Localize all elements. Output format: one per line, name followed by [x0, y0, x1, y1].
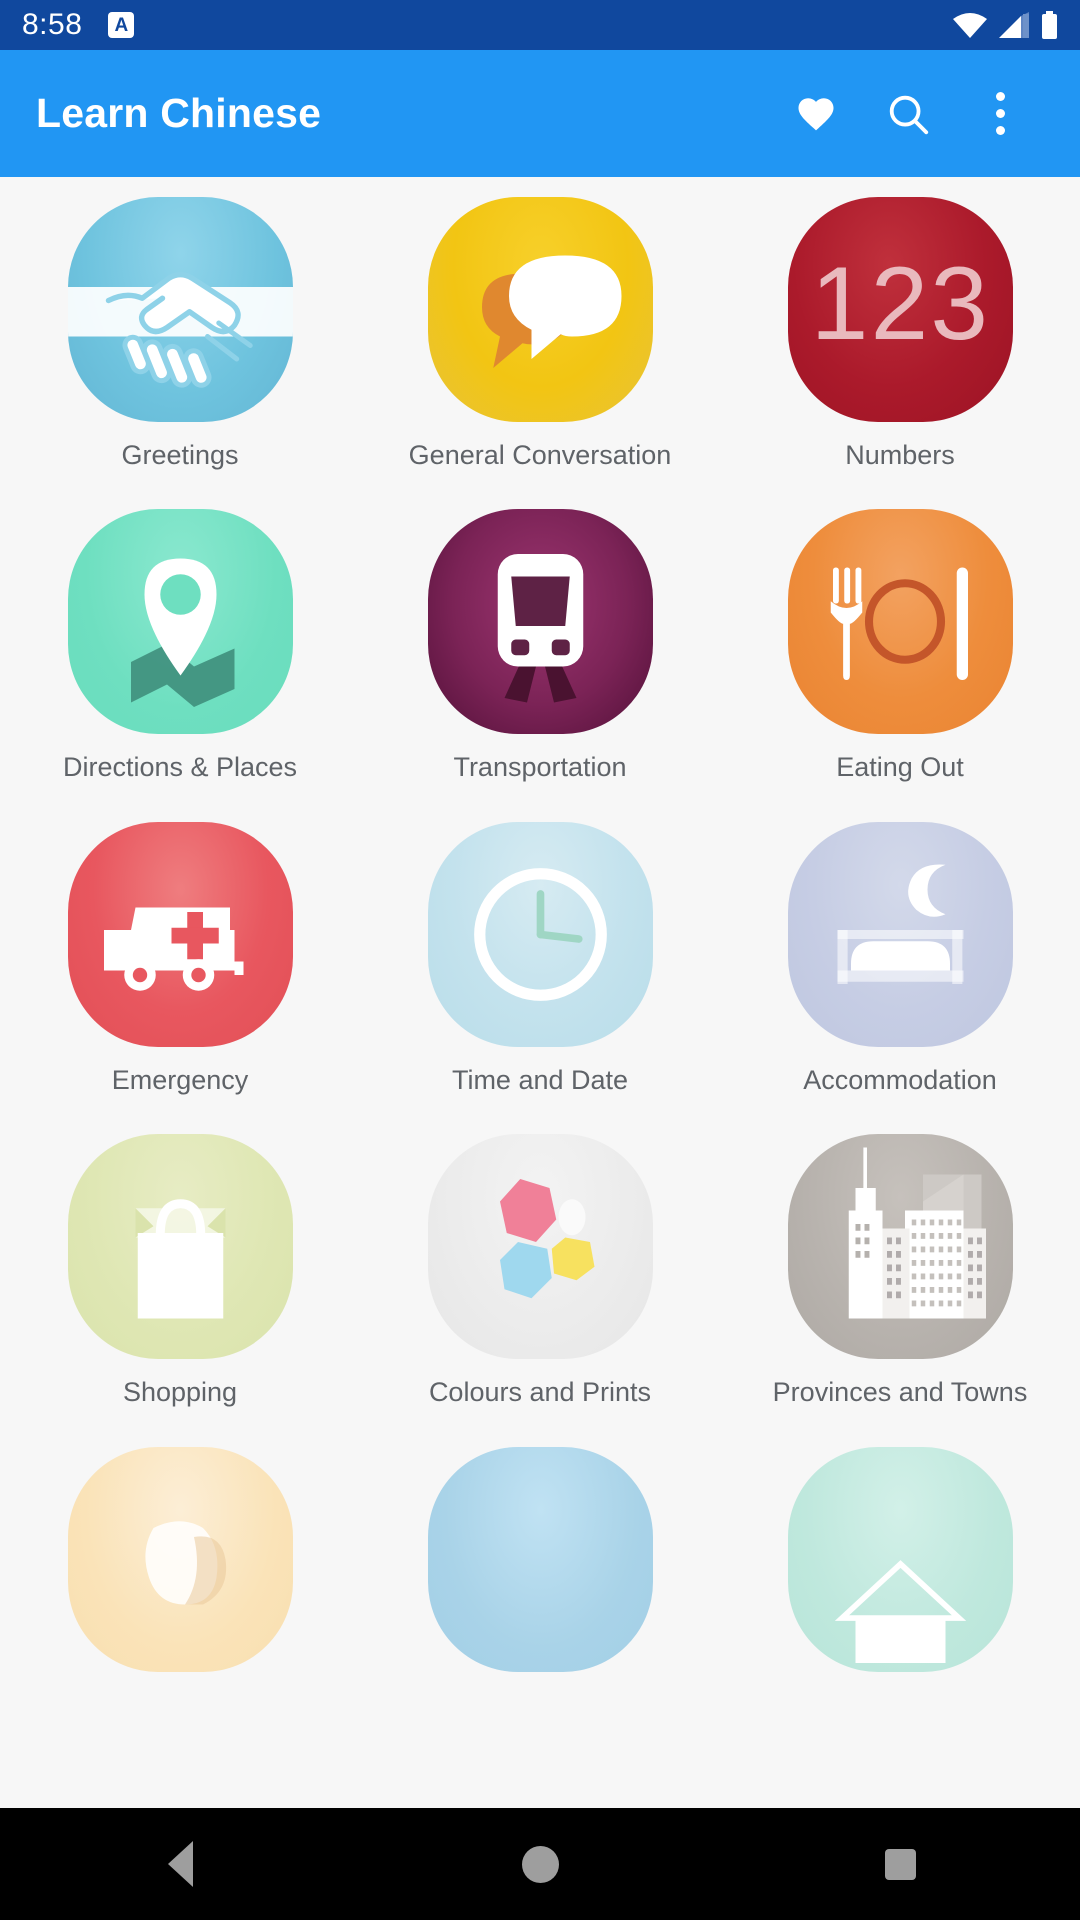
- category-label: Numbers: [845, 440, 955, 470]
- category-label: Shopping: [122, 1377, 238, 1408]
- category-grid: Greetings General Conversation 123 Numbe…: [0, 177, 1080, 1727]
- overflow-menu-button[interactable]: [954, 68, 1046, 160]
- nav-back-button[interactable]: [0, 1841, 360, 1887]
- cutlery-icon: [787, 509, 1013, 735]
- category-tile-time-and-date[interactable]: Time and Date: [360, 821, 720, 1134]
- battery-icon: [1041, 11, 1058, 39]
- 123-icon: 123: [787, 197, 1013, 422]
- category-label: Time and Date: [451, 1064, 629, 1095]
- ambulance-icon: [67, 821, 293, 1047]
- notification-badge-icon: A: [108, 12, 135, 38]
- cityscape-icon: [787, 1134, 1013, 1360]
- status-bar-clock: 8:58: [22, 8, 83, 41]
- category-tile-partial-3[interactable]: [720, 1446, 1080, 1727]
- android-navigation-bar: [0, 1808, 1080, 1920]
- category-tile-directions-places[interactable]: Directions & Places: [0, 509, 360, 821]
- cell-signal-icon: [999, 12, 1029, 38]
- back-triangle-icon: [167, 1841, 193, 1887]
- category-tile-partial-1[interactable]: [0, 1446, 360, 1727]
- category-label: Emergency: [111, 1064, 249, 1095]
- category-label: Accommodation: [803, 1064, 997, 1095]
- category-label: Greetings: [121, 440, 239, 470]
- category-tile-accommodation[interactable]: Accommodation: [720, 821, 1080, 1134]
- nav-home-button[interactable]: [360, 1845, 720, 1883]
- category-tile-provinces-and-towns[interactable]: Provinces and Towns: [720, 1134, 1080, 1446]
- map-pin-icon: [67, 509, 293, 735]
- category-label: Colours and Prints: [428, 1377, 652, 1408]
- app-bar: Learn Chinese: [0, 50, 1080, 177]
- category-label: Eating Out: [836, 752, 964, 783]
- category-label: Transportation: [453, 752, 627, 783]
- category-tile-transportation[interactable]: Transportation: [360, 509, 720, 821]
- category-label: General Conversation: [408, 440, 672, 470]
- category-tile-numbers[interactable]: 123 Numbers: [720, 197, 1080, 509]
- category-label: Directions & Places: [62, 752, 298, 783]
- category-tile-partial-2[interactable]: [360, 1446, 720, 1727]
- svg-text:123: 123: [810, 245, 989, 361]
- wifi-icon: [953, 12, 987, 38]
- colour-swatches-icon: [427, 1134, 653, 1360]
- category-grid-scroll-area[interactable]: Greetings General Conversation 123 Numbe…: [0, 177, 1080, 1808]
- page-title: Learn Chinese: [36, 90, 322, 136]
- bed-moon-icon: [787, 821, 1013, 1047]
- category-label: Provinces and Towns: [772, 1377, 1028, 1408]
- home-circle-icon: [521, 1845, 559, 1883]
- speech-bubbles-icon: [427, 197, 653, 422]
- shopping-bag-icon: [67, 1134, 293, 1360]
- house-icon: [787, 1446, 1013, 1672]
- app-bar-actions: [770, 68, 1046, 160]
- dog-icon: [67, 1446, 293, 1672]
- category-tile-shopping[interactable]: Shopping: [0, 1134, 360, 1446]
- category-tile-emergency[interactable]: Emergency: [0, 821, 360, 1134]
- heart-icon: [793, 93, 839, 135]
- clock-icon: [427, 821, 653, 1047]
- status-bar: 8:58 A: [0, 0, 1080, 50]
- search-icon: [885, 91, 931, 137]
- more-vert-icon: [995, 88, 1005, 139]
- nav-recents-button[interactable]: [720, 1848, 1080, 1880]
- favorites-button[interactable]: [770, 68, 862, 160]
- weather-icon: [427, 1446, 653, 1672]
- recents-square-icon: [884, 1848, 916, 1880]
- category-tile-general-conversation[interactable]: General Conversation: [360, 197, 720, 509]
- handshake-icon: [67, 197, 293, 422]
- category-tile-colours-and-prints[interactable]: Colours and Prints: [360, 1134, 720, 1446]
- category-tile-greetings[interactable]: Greetings: [0, 197, 360, 509]
- search-button[interactable]: [862, 68, 954, 160]
- category-tile-eating-out[interactable]: Eating Out: [720, 509, 1080, 821]
- train-icon: [427, 509, 653, 735]
- status-bar-icons: [953, 11, 1058, 39]
